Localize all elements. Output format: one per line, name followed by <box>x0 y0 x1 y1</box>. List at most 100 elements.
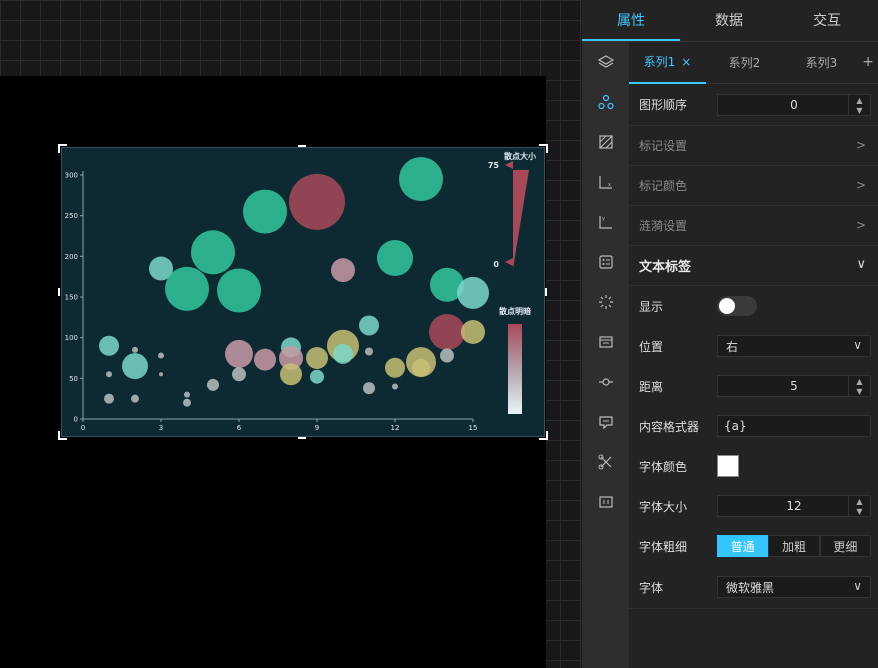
comment-icon[interactable] <box>582 402 629 442</box>
tab-series-2[interactable]: 系列2 <box>706 43 783 83</box>
size-legend-max-label: 75 <box>488 161 500 170</box>
svg-text:x: x <box>608 182 611 188</box>
code-icon[interactable] <box>582 482 629 522</box>
font-size-row: 字体大小 12 ▲ ▼ <box>629 486 878 526</box>
section-marker-settings-label: 标记设置 <box>639 139 688 153</box>
font-weight-normal[interactable]: 普通 <box>717 535 769 557</box>
section-ripple-settings[interactable]: 涟漪设置 > <box>629 206 878 246</box>
scatter-point <box>392 383 398 390</box>
animation-icon[interactable] <box>582 282 629 322</box>
shape-order-input[interactable]: 0 ▲ ▼ <box>717 94 871 116</box>
scatter-point <box>159 372 163 377</box>
font-size-stepper[interactable]: ▲ ▼ <box>848 496 870 516</box>
scatter-point <box>99 335 119 356</box>
toggle-knob <box>719 298 735 314</box>
font-weight-segmented: 普通 加粗 更细 <box>717 535 871 557</box>
tab-series-1-label: 系列1 <box>643 54 676 69</box>
size-legend-bar <box>513 170 529 269</box>
scatter-chart-widget[interactable]: 0 50 100 150 200 250 300 0 3 6 9 12 15 散点大小 75 0 散点明暗 <box>61 147 545 437</box>
chevron-right-icon: > <box>855 138 866 152</box>
distance-stepper[interactable]: ▲ ▼ <box>848 376 870 396</box>
legend-icon[interactable] <box>582 242 629 282</box>
resize-handle-top-right[interactable] <box>539 144 548 153</box>
tooltip-panel-icon[interactable] <box>582 322 629 362</box>
resize-handle-right[interactable] <box>545 288 547 296</box>
font-weight-lighter[interactable]: 更细 <box>819 535 871 557</box>
x-tick-label: 9 <box>315 424 319 432</box>
y-tick-label: 0 <box>74 416 78 424</box>
resize-handle-left[interactable] <box>58 288 60 296</box>
font-size-input[interactable]: 12 ▲ ▼ <box>717 495 871 517</box>
scatter-point <box>385 357 405 378</box>
scatter-point <box>399 157 443 202</box>
section-marker-settings[interactable]: 标记设置 > <box>629 126 878 166</box>
y-tick-label: 150 <box>65 294 78 302</box>
font-family-select[interactable]: 微软雅黑 ∨ <box>717 576 871 598</box>
pattern-fill-icon[interactable] <box>582 122 629 162</box>
font-size-label: 字体大小 <box>639 499 688 514</box>
scatter-point <box>131 394 139 403</box>
scatter-point <box>363 382 375 395</box>
resize-handle-bottom-right[interactable] <box>539 431 548 440</box>
y-tick-label: 200 <box>65 253 78 261</box>
shape-order-stepper[interactable]: ▲ ▼ <box>848 95 870 115</box>
section-marker-color[interactable]: 标记颜色 > <box>629 166 878 206</box>
tab-interaction[interactable]: 交互 <box>778 0 876 41</box>
tab-data[interactable]: 数据 <box>680 0 778 41</box>
scatter-point <box>232 367 246 382</box>
font-family-value: 微软雅黑 <box>726 580 775 595</box>
y-axis-icon[interactable]: y <box>582 202 629 242</box>
shape-order-row: 图形顺序 0 ▲ ▼ <box>629 84 878 126</box>
formatter-input[interactable]: {a} <box>717 415 871 437</box>
add-series-icon[interactable]: + <box>862 54 874 70</box>
x-axis-icon[interactable]: x <box>582 162 629 202</box>
resize-handle-top-left[interactable] <box>58 144 67 153</box>
color-legend-bar <box>508 324 522 414</box>
x-tick-label: 3 <box>159 424 163 432</box>
section-marker-color-label: 标记颜色 <box>639 179 688 193</box>
chevron-down-icon: ∨ <box>856 257 866 272</box>
position-select[interactable]: 右 ∨ <box>717 335 871 357</box>
tab-series-1[interactable]: 系列1 × <box>629 42 706 84</box>
close-icon[interactable]: × <box>681 55 691 69</box>
color-legend-title: 散点明暗 <box>499 306 531 316</box>
chevron-down-icon: ∨ <box>853 579 862 593</box>
resize-handle-top[interactable] <box>298 145 306 147</box>
scatter-point <box>225 339 253 368</box>
tools-icon[interactable] <box>582 442 629 482</box>
tab-properties[interactable]: 属性 <box>582 0 680 41</box>
y-tick-label: 300 <box>65 172 78 180</box>
panel-tabs: 属性 数据 交互 <box>582 0 878 42</box>
scatter-point <box>207 378 219 391</box>
font-size-value: 12 <box>786 499 802 513</box>
series-nodes-icon[interactable] <box>582 82 629 122</box>
scatter-point <box>217 268 261 313</box>
layers-icon[interactable] <box>582 42 629 82</box>
resize-handle-bottom[interactable] <box>298 437 306 439</box>
scatter-point <box>122 353 148 380</box>
font-weight-label: 字体粗细 <box>639 539 688 554</box>
scatter-point <box>333 343 353 364</box>
resize-handle-bottom-left[interactable] <box>58 431 67 440</box>
font-color-swatch[interactable] <box>717 455 739 477</box>
scatter-point <box>158 352 164 359</box>
section-text-label[interactable]: 文本标签 ∨ <box>629 246 878 286</box>
editor-canvas[interactable]: 0 50 100 150 200 250 300 0 3 6 9 12 15 散点大小 75 0 散点明暗 <box>0 0 582 668</box>
y-tick-label: 100 <box>65 334 78 342</box>
show-label-toggle[interactable] <box>717 296 757 316</box>
scatter-point <box>461 319 485 344</box>
scatter-point <box>440 348 454 363</box>
chevron-down-icon: ∨ <box>853 338 862 352</box>
show-label-row: 显示 <box>629 286 878 326</box>
section-text-label-title: 文本标签 <box>639 260 692 275</box>
x-tick-label: 12 <box>391 424 400 432</box>
distance-label: 距离 <box>639 379 664 394</box>
tab-series-3[interactable]: 系列3 <box>783 43 860 83</box>
font-weight-bold[interactable]: 加粗 <box>768 535 820 557</box>
property-content: 系列1 × 系列2 系列3 + 图形顺序 0 ▲ ▼ 标记设置 > 标记颜色 > 涟漪设… <box>629 42 878 668</box>
chevron-right-icon: > <box>855 218 866 232</box>
font-family-row: 字体 微软雅黑 ∨ <box>629 566 878 609</box>
distance-input[interactable]: 5 ▲ ▼ <box>717 375 871 397</box>
slider-icon[interactable] <box>582 362 629 402</box>
shape-order-label: 图形顺序 <box>639 98 688 112</box>
